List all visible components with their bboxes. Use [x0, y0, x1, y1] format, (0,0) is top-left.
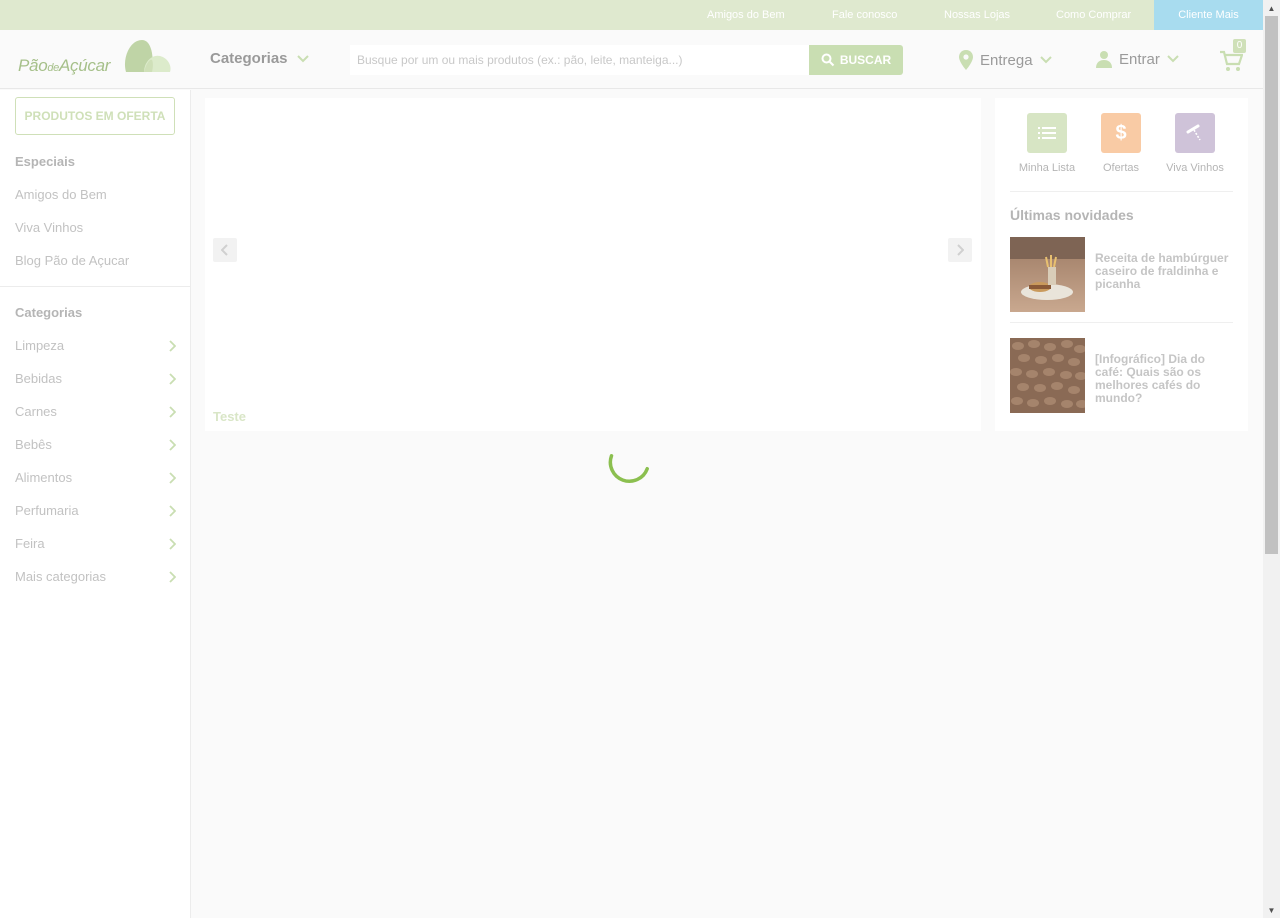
sidebar-item-label: Limpeza	[15, 338, 65, 353]
coffee-beans-thumbnail	[1010, 338, 1085, 413]
news-item-cafe[interactable]: [Infográfico] Dia do café: Quais são os …	[1010, 338, 1233, 413]
scroll-up-icon[interactable]: ▲	[1263, 0, 1280, 16]
chevron-right-icon	[169, 504, 176, 517]
categories-dropdown[interactable]: Categorias	[210, 50, 310, 67]
login-label: Entrar	[1119, 50, 1160, 68]
sidebar-item-label: Bebês	[15, 437, 52, 452]
specials-heading: Especiais	[15, 154, 75, 169]
sidebar-link-amigos-do-bem[interactable]: Amigos do Bem	[15, 187, 107, 202]
news-item-title: [Infográfico] Dia do café: Quais são os …	[1095, 352, 1205, 405]
sidebar-item-mais-categorias[interactable]: Mais categorias	[15, 569, 176, 584]
search-icon	[821, 53, 835, 67]
cart-icon	[1220, 50, 1243, 71]
topbar-link-como-comprar[interactable]: Como Comprar	[1056, 0, 1131, 30]
chevron-right-icon	[169, 372, 176, 385]
carousel-prev-button[interactable]	[213, 238, 237, 262]
delivery-label: Entrega	[980, 51, 1033, 69]
carousel-next-button[interactable]	[948, 238, 972, 262]
shortcut-label: Ofertas	[1102, 162, 1140, 174]
search-input[interactable]	[350, 45, 809, 75]
search-button[interactable]: BUSCAR	[809, 45, 903, 75]
search-button-label: BUSCAR	[839, 53, 892, 67]
location-pin-icon	[959, 50, 973, 70]
dollar-icon: $	[1101, 113, 1141, 153]
sidebar-item-label: Mais categorias	[15, 569, 107, 584]
chevron-down-icon	[1167, 55, 1179, 63]
logo-shapes-icon	[124, 40, 171, 72]
shortcut-label: Viva Vinhos	[1166, 162, 1224, 174]
sidebar-divider	[0, 286, 190, 287]
login-dropdown[interactable]: Entrar	[1095, 50, 1180, 68]
chevron-left-icon	[221, 244, 228, 256]
cart-button[interactable]: 0	[1219, 39, 1249, 76]
sidebar-item-label: Alimentos	[15, 470, 73, 485]
scrollbar-thumb[interactable]	[1265, 16, 1278, 554]
sidebar-item-feira[interactable]: Feira	[15, 536, 176, 551]
user-icon	[1096, 51, 1112, 68]
news-item-title: Receita de hambúrguer caseiro de fraldin…	[1095, 251, 1229, 291]
logo[interactable]: PãodeAçúcar	[18, 38, 173, 78]
sidebar-item-label: Feira	[15, 536, 45, 551]
delivery-dropdown[interactable]: Entrega	[958, 50, 1053, 70]
shortcut-minha-lista[interactable]: Minha Lista	[1010, 113, 1084, 174]
corkscrew-icon	[1175, 113, 1215, 153]
topbar-link-amigos[interactable]: Amigos do Bem	[707, 0, 785, 30]
top-utility-bar: Amigos do Bem Fale conosco Nossas Lojas …	[0, 0, 1263, 30]
categories-heading: Categorias	[15, 305, 83, 320]
vertical-scrollbar[interactable]: ▲ ▼	[1263, 0, 1280, 918]
sidebar-link-viva-vinhos[interactable]: Viva Vinhos	[15, 220, 83, 235]
sidebar-item-bebes[interactable]: Bebês	[15, 437, 176, 452]
logo-wordmark: PãodeAçúcar	[18, 56, 110, 76]
banner-caption[interactable]: Teste	[213, 409, 246, 424]
chevron-right-icon	[169, 405, 176, 418]
news-item-hamburguer[interactable]: Receita de hambúrguer caseiro de fraldin…	[1010, 237, 1233, 312]
shortcut-ofertas[interactable]: $ Ofertas	[1084, 113, 1158, 174]
chevron-down-icon	[296, 54, 309, 62]
categories-label: Categorias	[210, 50, 288, 67]
loading-spinner-icon	[608, 453, 649, 483]
chevron-right-icon	[169, 438, 176, 451]
banner-carousel[interactable]: Teste	[205, 98, 981, 431]
scroll-down-icon[interactable]: ▼	[1263, 902, 1280, 918]
burger-photo-thumbnail	[1010, 237, 1085, 312]
sidebar-item-limpeza[interactable]: Limpeza	[15, 338, 176, 353]
sidebar-item-perfumaria[interactable]: Perfumaria	[15, 503, 176, 518]
sidebar: PRODUTOS EM OFERTA Especiais Amigos do B…	[0, 90, 191, 918]
cart-count-badge: 0	[1233, 39, 1246, 53]
sidebar-item-label: Perfumaria	[15, 503, 79, 518]
logo-text-de: de	[47, 62, 59, 74]
topbar-link-nossas-lojas[interactable]: Nossas Lojas	[944, 0, 1010, 30]
news-heading: Últimas novidades	[1010, 207, 1134, 223]
sidebar-item-label: Bebidas	[15, 371, 62, 386]
chevron-right-icon	[169, 339, 176, 352]
news-divider	[1010, 322, 1233, 323]
sidebar-link-blog[interactable]: Blog Pão de Açucar	[15, 253, 129, 268]
topbar-link-fale-conosco[interactable]: Fale conosco	[832, 0, 897, 30]
sidebar-item-carnes[interactable]: Carnes	[15, 404, 176, 419]
sidebar-item-alimentos[interactable]: Alimentos	[15, 470, 176, 485]
shortcut-viva-vinhos[interactable]: Viva Vinhos	[1158, 113, 1232, 174]
sidebar-item-label: Carnes	[15, 404, 57, 419]
chevron-down-icon	[1039, 56, 1052, 64]
chevron-right-icon	[169, 471, 176, 484]
logo-text-acucar: Açúcar	[59, 56, 111, 75]
right-panel: Minha Lista $ Ofertas Viva Vinhos Última…	[995, 98, 1248, 431]
chevron-right-icon	[169, 570, 176, 583]
shortcut-label: Minha Lista	[1018, 162, 1076, 174]
sidebar-item-bebidas[interactable]: Bebidas	[15, 371, 176, 386]
logo-text-pao: Pão	[18, 56, 48, 75]
panel-divider	[1010, 191, 1233, 192]
chevron-right-icon	[957, 244, 964, 256]
topbar-link-cliente-mais[interactable]: Cliente Mais	[1154, 0, 1263, 30]
chevron-right-icon	[169, 537, 176, 550]
offers-button[interactable]: PRODUTOS EM OFERTA	[15, 97, 175, 135]
site-header: PãodeAçúcar Categorias BUSCAR Entrega En…	[0, 30, 1263, 89]
list-icon	[1027, 113, 1067, 153]
